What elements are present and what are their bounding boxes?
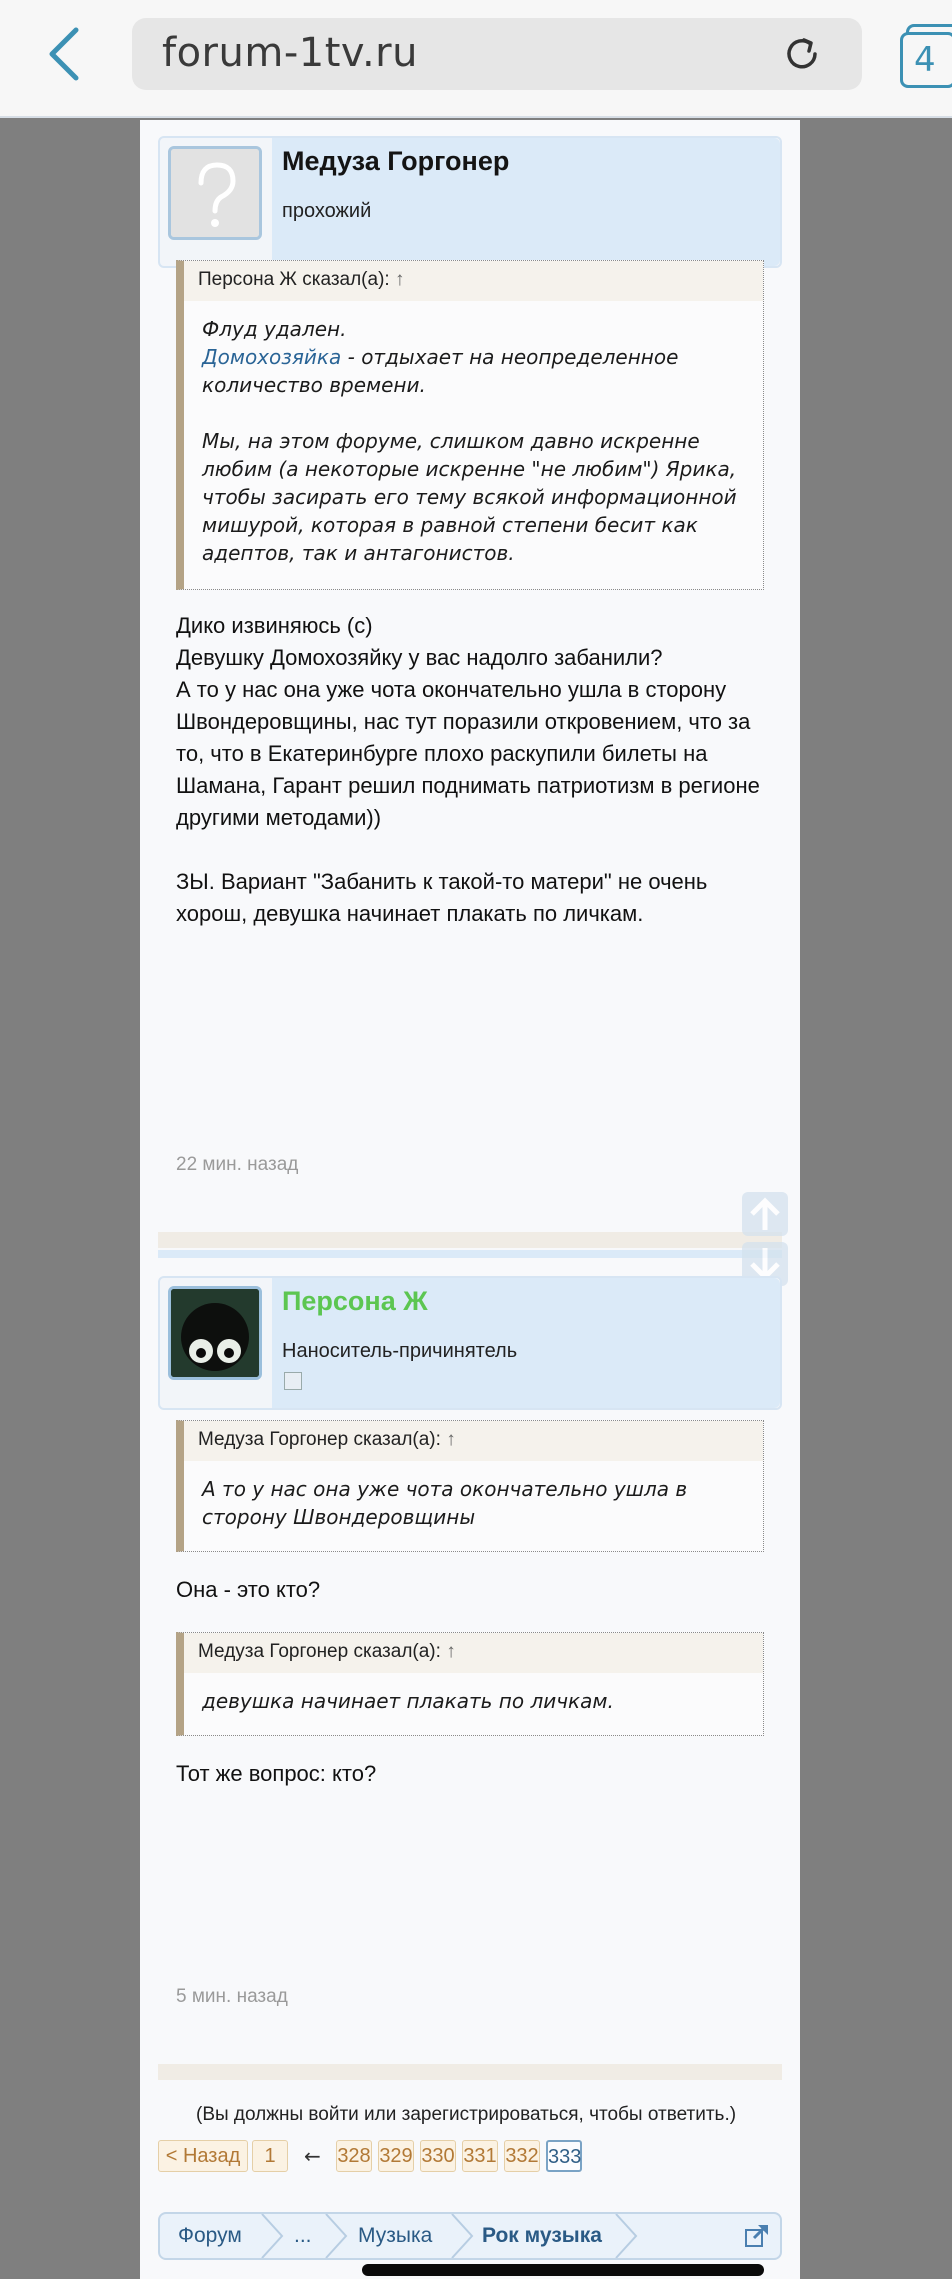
avatar[interactable] bbox=[168, 146, 262, 240]
post-separator bbox=[158, 2064, 782, 2080]
tabs-button[interactable]: 4 bbox=[896, 22, 952, 88]
browser-toolbar: forum-1tv.ru 4 bbox=[0, 0, 952, 118]
quote-block: Медуза Горгонер сказал(а): ↑ девушка нач… bbox=[176, 1632, 764, 1736]
prev-page-button[interactable]: < Назад bbox=[158, 2140, 248, 2172]
quote-body: Флуд удален. Домохозяйка - отдыхает на н… bbox=[202, 317, 737, 565]
breadcrumb-separator-icon bbox=[261, 2214, 284, 2258]
post-message: Дико извиняюсь (с) Девушку Домохозяйку у… bbox=[176, 613, 760, 926]
post-time[interactable]: 5 мин. назад bbox=[176, 1986, 288, 2008]
quote-header: Персона Ж сказал(а): ↑ bbox=[184, 261, 763, 301]
quote-block: Медуза Горгонер сказал(а): ↑ А то у нас … bbox=[176, 1420, 764, 1552]
quote-jump-link[interactable]: ↑ bbox=[446, 1641, 456, 1662]
pagination-arrow: ← bbox=[304, 2144, 321, 2168]
user-title: прохожий bbox=[282, 200, 372, 222]
checkbox-icon[interactable] bbox=[284, 1372, 302, 1390]
back-icon[interactable] bbox=[44, 24, 88, 84]
login-required-note: (Вы должны войти или зарегистрироваться,… bbox=[196, 2104, 737, 2125]
post-userbar: Медуза Горгонер прохожий bbox=[158, 136, 782, 268]
page-link[interactable]: 330 bbox=[420, 2140, 456, 2172]
arrow-up-icon bbox=[750, 1197, 780, 1230]
page-link[interactable]: 328 bbox=[336, 2140, 372, 2172]
post-userbar: Персона Ж Наноситель-причинятель bbox=[158, 1276, 782, 1410]
jump-to-icon[interactable] bbox=[744, 2224, 770, 2248]
breadcrumb-current[interactable]: Рок музыка bbox=[482, 2214, 602, 2258]
page-link[interactable]: 329 bbox=[378, 2140, 414, 2172]
page-link[interactable]: 331 bbox=[462, 2140, 498, 2172]
page-link-first[interactable]: 1 bbox=[252, 2140, 288, 2172]
address-bar[interactable]: forum-1tv.ru bbox=[132, 18, 862, 90]
post-author[interactable]: Медуза Горгонер bbox=[282, 146, 509, 177]
user-title: Наноситель-причинятель bbox=[282, 1340, 518, 1362]
quote-body: девушка начинает плакать по личкам. bbox=[202, 1689, 614, 1713]
soot-sprite-avatar-icon bbox=[171, 1289, 259, 1377]
default-avatar-icon bbox=[171, 149, 259, 237]
scroll-up-button[interactable] bbox=[742, 1192, 788, 1236]
current-page: 333 bbox=[546, 2140, 582, 2172]
quote-jump-link[interactable]: ↑ bbox=[395, 269, 405, 290]
breadcrumb-separator-icon bbox=[615, 2214, 638, 2258]
reload-icon[interactable] bbox=[782, 34, 822, 74]
post-author[interactable]: Персона Ж bbox=[282, 1286, 428, 1317]
thread-content: Медуза Горгонер прохожий Персона Ж сказа… bbox=[140, 120, 800, 2279]
page-link[interactable]: 332 bbox=[504, 2140, 540, 2172]
quote-body: А то у нас она уже чота окончательно ушл… bbox=[202, 1477, 688, 1529]
avatar[interactable] bbox=[168, 1286, 262, 1380]
breadcrumb-separator-icon bbox=[325, 2214, 348, 2258]
post-separator bbox=[158, 1232, 782, 1248]
post-message: Тот же вопрос: кто? bbox=[176, 1761, 377, 1786]
breadcrumb-item[interactable]: Форум bbox=[178, 2214, 242, 2258]
quote-header: Медуза Горгонер сказал(а): ↑ bbox=[184, 1633, 763, 1673]
post-message: Она - это кто? bbox=[176, 1577, 321, 1602]
breadcrumb-item[interactable]: Музыка bbox=[358, 2214, 432, 2258]
quote-header: Медуза Горгонер сказал(а): ↑ bbox=[184, 1421, 763, 1461]
post-time[interactable]: 22 мин. назад bbox=[176, 1154, 298, 1176]
quote-jump-link[interactable]: ↑ bbox=[446, 1429, 456, 1450]
breadcrumb: Форум ... Музыка Рок музыка bbox=[158, 2212, 782, 2260]
url-text: forum-1tv.ru bbox=[162, 30, 418, 76]
home-indicator bbox=[362, 2264, 764, 2276]
breadcrumb-separator-icon bbox=[451, 2214, 474, 2258]
quote-block: Персона Ж сказал(а): ↑ Флуд удален. Домо… bbox=[176, 260, 764, 590]
tab-count: 4 bbox=[914, 40, 936, 80]
breadcrumb-item[interactable]: ... bbox=[294, 2214, 312, 2258]
user-link[interactable]: Домохозяйка bbox=[202, 345, 341, 369]
